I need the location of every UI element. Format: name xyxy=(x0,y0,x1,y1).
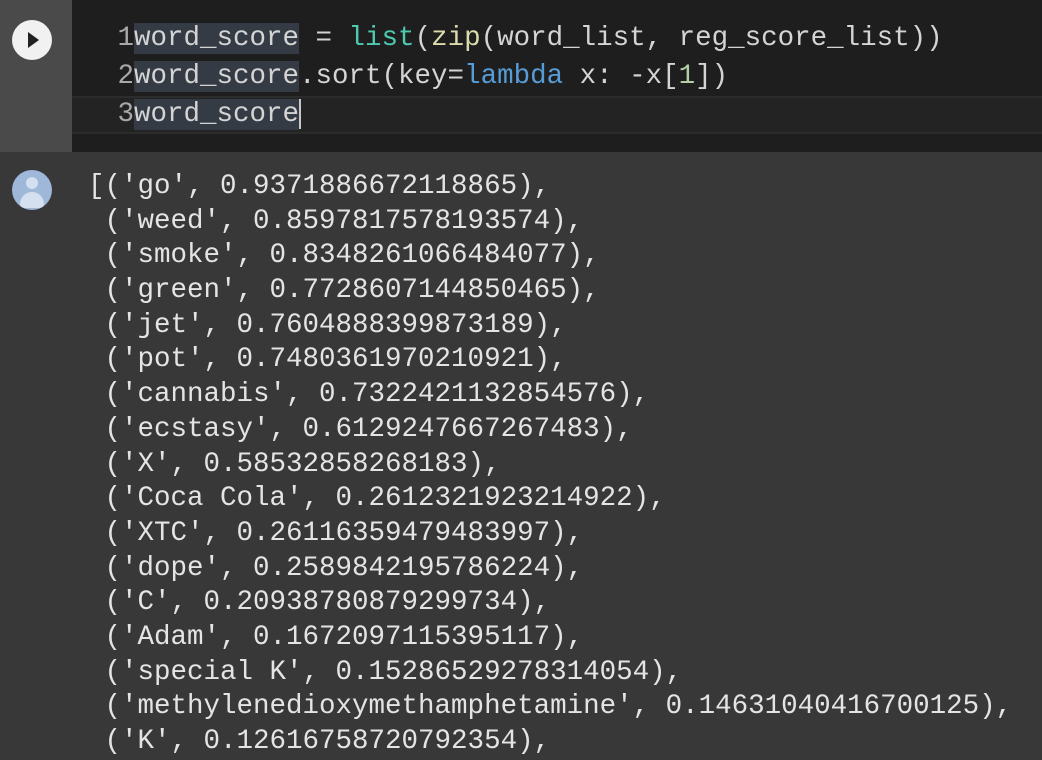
output-line: ('Adam', 0.1672097115395117), xyxy=(88,621,584,653)
output-line: ('Coca Cola', 0.2612321923214922), xyxy=(88,483,666,515)
code-line-3[interactable]: 3word_score xyxy=(72,96,1042,134)
output-line: ('cannabis', 0.7322421132854576), xyxy=(88,379,650,411)
code-token: = xyxy=(299,23,349,54)
code-token: ( xyxy=(414,23,432,54)
code-token-builtin: list xyxy=(348,23,415,54)
output-line: ('K', 0.12616758720792354), xyxy=(88,726,551,757)
cell-gutter xyxy=(0,0,72,152)
output-line: ('smoke', 0.8348261066484077), xyxy=(88,240,600,272)
code-token: word_score xyxy=(134,99,300,130)
line-number: 3 xyxy=(117,99,134,130)
code-token: word_score xyxy=(134,23,300,54)
code-token-keyword: lambda xyxy=(464,61,564,92)
code-token: word_score xyxy=(134,61,300,92)
output-line: ('X', 0.58532858268183), xyxy=(88,448,501,480)
output-line: ('weed', 0.8597817578193574), xyxy=(88,205,584,237)
code-line-1[interactable]: 1word_score = list(zip(word_list, reg_sc… xyxy=(72,20,1042,58)
cell-output: [('go', 0.9371886672118865), ('weed', 0.… xyxy=(88,170,1012,760)
output-line: ('dope', 0.2589842195786224), xyxy=(88,552,584,584)
output-line: ('special K', 0.15286529278314054), xyxy=(88,656,683,688)
code-token: .sort(key= xyxy=(299,61,465,92)
code-token-number: 1 xyxy=(678,61,696,92)
code-token: (word_list, reg_score_list)) xyxy=(480,23,943,54)
output-line: ('methylenedioxymethamphetamine', 0.1463… xyxy=(88,691,1013,723)
code-cell[interactable]: 1word_score = list(zip(word_list, reg_sc… xyxy=(0,0,1042,152)
output-line: ('pot', 0.7480361970210921), xyxy=(88,344,567,376)
code-editor[interactable]: 1word_score = list(zip(word_list, reg_sc… xyxy=(72,20,1042,134)
output-line: ('ecstasy', 0.6129247667267483), xyxy=(88,413,633,445)
text-cursor xyxy=(299,98,302,129)
code-token: x: -x[ xyxy=(563,61,679,92)
output-line: [('go', 0.9371886672118865), xyxy=(88,171,551,202)
output-line: ('green', 0.7728607144850465), xyxy=(88,275,600,307)
line-number: 2 xyxy=(117,61,134,92)
code-token-function: zip xyxy=(431,23,481,54)
output-line: ('C', 0.20938780879299734), xyxy=(88,587,551,619)
output-avatar-icon xyxy=(12,170,52,210)
output-line: ('jet', 0.7604888399873189), xyxy=(88,309,567,341)
output-line: ('XTC', 0.26116359479483997), xyxy=(88,517,584,549)
code-token: ]) xyxy=(695,61,729,92)
code-line-2[interactable]: 2word_score.sort(key=lambda x: -x[1]) xyxy=(72,58,1042,96)
line-number: 1 xyxy=(117,23,134,54)
run-cell-button[interactable] xyxy=(12,20,52,60)
